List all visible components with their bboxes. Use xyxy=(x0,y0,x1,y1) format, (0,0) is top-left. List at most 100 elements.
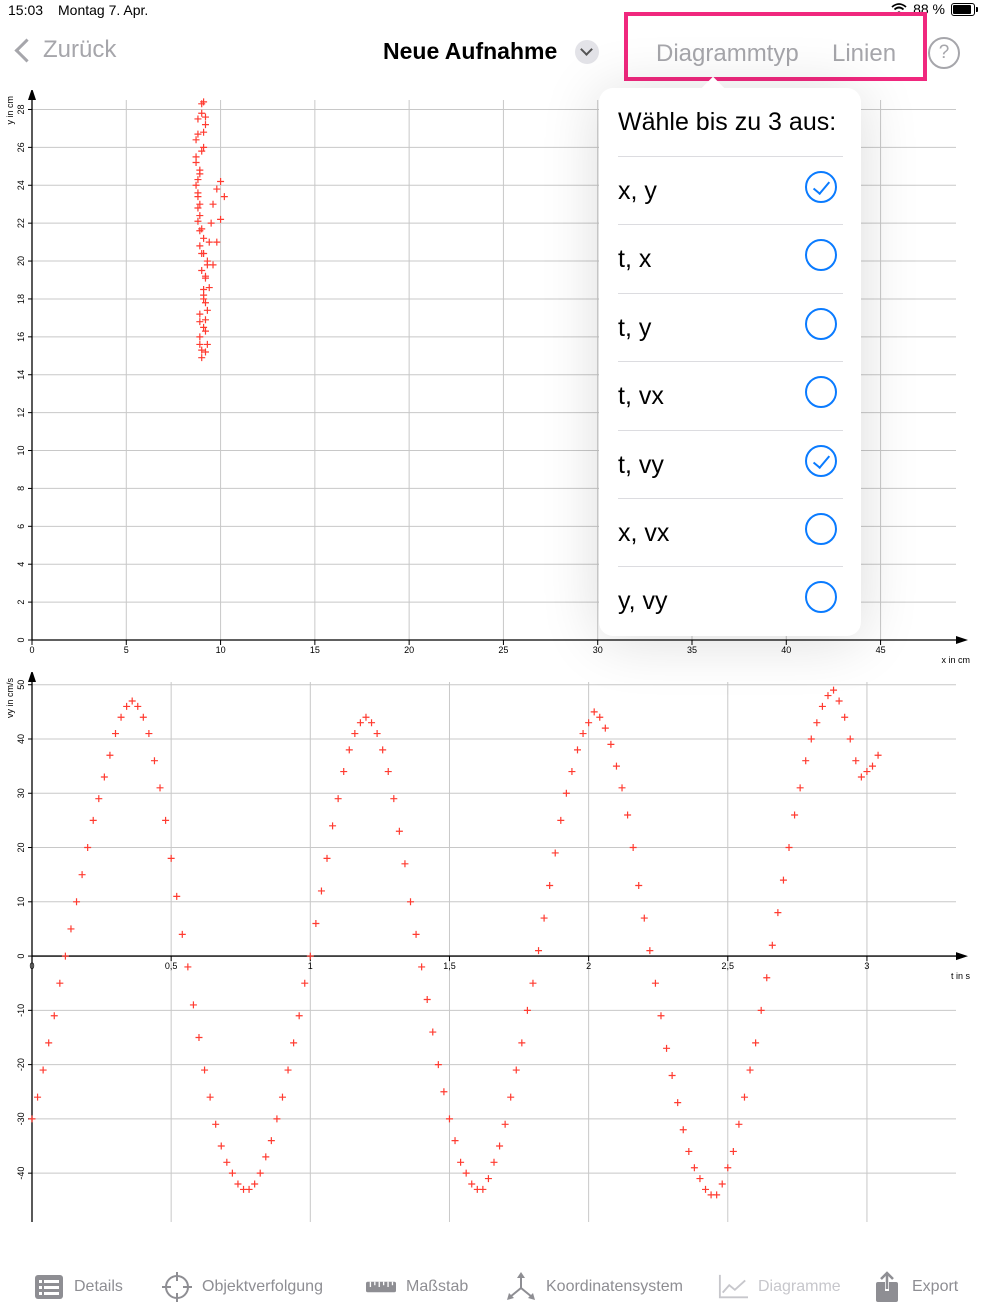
data-point xyxy=(196,242,204,250)
data-point xyxy=(535,947,543,955)
empty-circle-icon[interactable] xyxy=(805,513,837,545)
data-point xyxy=(629,844,637,852)
option-row[interactable]: t, vx xyxy=(618,361,843,429)
data-point xyxy=(194,115,202,123)
data-point xyxy=(201,121,209,129)
data-point xyxy=(407,898,415,906)
title-dropdown-button[interactable] xyxy=(575,40,599,64)
x-tick-label: 0 xyxy=(29,645,34,655)
data-point xyxy=(301,979,309,987)
chart-icon xyxy=(718,1272,748,1302)
data-point xyxy=(462,1169,470,1177)
data-point xyxy=(217,1142,225,1150)
data-point xyxy=(362,713,370,721)
data-point xyxy=(523,1006,531,1014)
y-tick-label: 22 xyxy=(16,218,26,228)
option-row[interactable]: t, y xyxy=(618,292,843,361)
back-button[interactable]: Zurück xyxy=(12,36,116,64)
data-point xyxy=(601,724,609,732)
data-point xyxy=(203,257,211,265)
data-point xyxy=(67,925,75,933)
help-button[interactable]: ? xyxy=(928,37,960,69)
data-point xyxy=(813,719,821,727)
lines-button[interactable]: Linien xyxy=(832,40,896,68)
data-point xyxy=(679,1126,687,1134)
data-point xyxy=(551,849,559,857)
data-point xyxy=(390,795,398,803)
data-point xyxy=(529,979,537,987)
data-point xyxy=(763,974,771,982)
data-point xyxy=(312,920,320,928)
data-point xyxy=(401,860,409,868)
tab-details[interactable]: Details xyxy=(34,1272,123,1302)
tab-label: Diagramme xyxy=(758,1278,841,1295)
data-point xyxy=(203,340,211,348)
data-point xyxy=(863,768,871,776)
empty-circle-icon[interactable] xyxy=(805,307,837,340)
data-point xyxy=(612,762,620,770)
x-axis-arrow xyxy=(956,952,968,961)
y-tick-label: 20 xyxy=(16,256,26,266)
data-point xyxy=(61,952,69,960)
data-point xyxy=(139,713,147,721)
data-point xyxy=(779,876,787,884)
data-point xyxy=(735,1120,743,1128)
y-tick-label: -20 xyxy=(16,1058,26,1071)
data-point xyxy=(334,795,342,803)
option-row[interactable]: t, x xyxy=(618,224,843,292)
y-tick-label: 16 xyxy=(16,332,26,342)
data-point xyxy=(198,267,206,275)
tab-massstab[interactable]: Maßstab xyxy=(366,1272,468,1302)
data-point xyxy=(373,730,381,738)
data-point xyxy=(200,234,208,242)
checkmark-circle-icon[interactable] xyxy=(805,444,837,477)
diagram-type-button[interactable]: Diagrammtyp xyxy=(656,40,799,68)
option-row[interactable]: x, vx xyxy=(618,498,843,566)
checkmark-circle-icon[interactable] xyxy=(805,171,837,203)
data-points xyxy=(29,687,882,1199)
empty-circle-icon[interactable] xyxy=(805,239,837,272)
list-icon xyxy=(34,1272,64,1302)
data-point xyxy=(228,1169,236,1177)
tab-export[interactable]: Export xyxy=(872,1271,958,1302)
data-point xyxy=(156,784,164,792)
x-axis-arrow xyxy=(956,636,968,644)
y-axis-arrow xyxy=(28,90,36,100)
y-tick-label: 12 xyxy=(16,408,26,418)
data-point xyxy=(220,193,228,201)
status-time: 15:03 xyxy=(8,2,44,18)
data-point xyxy=(468,1180,476,1188)
data-point xyxy=(740,1093,748,1101)
data-point xyxy=(729,1147,737,1155)
data-point xyxy=(145,730,153,738)
data-point xyxy=(857,773,865,781)
data-point xyxy=(451,1137,459,1145)
data-point xyxy=(196,333,204,341)
empty-circle-icon[interactable] xyxy=(805,376,837,409)
data-point xyxy=(89,816,97,824)
data-point xyxy=(412,930,420,938)
tab-objektverfolgung[interactable]: Objektverfolgung xyxy=(162,1272,323,1302)
x-tick-label: 5 xyxy=(124,645,129,655)
y-tick-label: 10 xyxy=(16,446,26,456)
data-point xyxy=(768,941,776,949)
tab-koordinatensystem[interactable]: Koordinatensystem xyxy=(506,1272,683,1302)
data-point xyxy=(746,1066,754,1074)
tab-diagramme[interactable]: Diagramme xyxy=(718,1272,841,1302)
option-row[interactable]: x, y xyxy=(618,156,843,224)
y-tick-label: 8 xyxy=(16,486,26,491)
diagram-type-popover: Wähle bis zu 3 aus: x, y t, x t, y t, vx t, … xyxy=(599,88,861,636)
data-point xyxy=(167,854,175,862)
x-axis-label: t in s xyxy=(951,971,971,981)
data-point xyxy=(490,1158,498,1166)
tab-label: Objektverfolgung xyxy=(202,1278,323,1295)
data-point xyxy=(696,1175,704,1183)
data-point xyxy=(95,795,103,803)
option-row[interactable]: y, vy xyxy=(618,566,843,634)
option-label: t, vy xyxy=(618,450,664,479)
data-point xyxy=(718,1180,726,1188)
empty-circle-icon[interactable] xyxy=(805,581,837,614)
data-point xyxy=(128,697,136,705)
data-point xyxy=(192,153,200,161)
option-row[interactable]: t, vy xyxy=(618,429,843,498)
